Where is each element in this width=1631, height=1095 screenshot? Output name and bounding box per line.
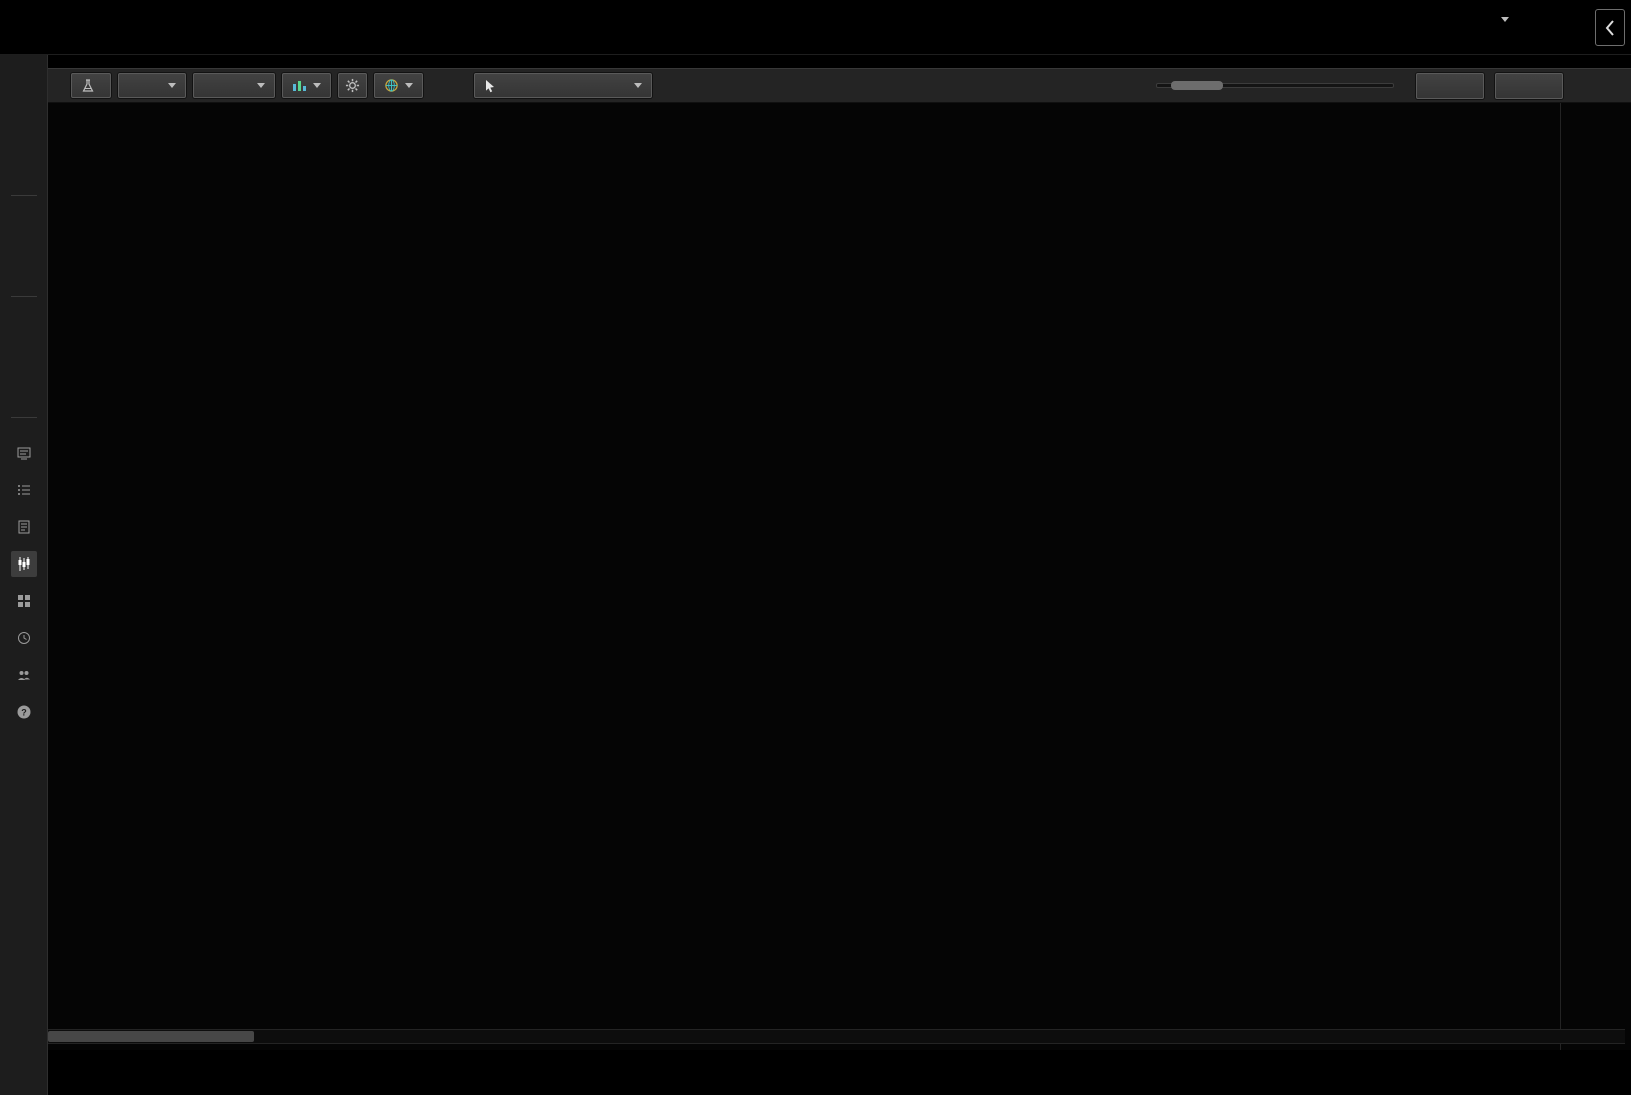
chg-column [330,0,465,54]
orders-icon[interactable] [11,514,37,540]
divider [11,195,37,196]
load-button[interactable] [1495,73,1563,99]
price-axis [1560,103,1631,1050]
cursor-icon [484,79,496,93]
chart-toolbar [48,68,1631,103]
bid-column [465,0,590,54]
clock-icon[interactable] [11,625,37,651]
chart-style-icon [292,79,307,92]
sidebar-icon-rail: ? [0,440,47,725]
zoom-slider[interactable] [1156,83,1394,88]
drawing-tool-dropdown[interactable] [474,73,652,98]
collapse-panel-button[interactable] [1595,9,1625,46]
list-icon[interactable] [11,477,37,503]
chevron-down-icon [634,83,642,88]
chevron-down-icon [168,83,176,88]
volume-column [800,0,870,54]
chart-icon[interactable] [11,551,37,577]
instrument-description [870,45,890,54]
grid-icon[interactable] [11,588,37,614]
accounts-dropdown[interactable] [1493,17,1509,22]
save-button[interactable] [1416,73,1484,99]
monitor-icon[interactable] [11,440,37,466]
symbol-block [0,0,128,54]
divider [11,296,37,297]
chart-style-dropdown[interactable] [282,73,331,98]
header-bar [0,0,1631,55]
iv-rank-column [128,0,185,54]
aggregation-dropdown[interactable] [118,73,186,98]
chevron-down-icon [405,83,413,88]
help-icon[interactable]: ? [11,699,37,725]
chevron-down-icon [313,83,321,88]
scrollbar-handle[interactable] [48,1031,254,1042]
chevron-down-icon [257,83,265,88]
horizontal-scrollbar[interactable] [48,1029,1625,1044]
zoom-slider-handle[interactable] [1171,81,1223,90]
range-dropdown[interactable] [193,73,275,98]
svg-text:?: ? [21,708,27,718]
patterns-globe-icon [384,78,399,93]
last-size-column [185,0,330,54]
ask-column [590,0,705,54]
community-icon[interactable] [11,662,37,688]
divider [11,417,37,418]
indicators-icon [81,79,95,93]
trading-platform-window: { "header": { "symbol": "/6B", "symbol_s… [0,0,1631,1095]
indicators-button[interactable] [71,73,111,98]
left-sidebar: ? [0,55,48,1095]
gear-icon [345,78,360,93]
patterns-dropdown[interactable] [374,73,423,98]
size-column [705,0,800,54]
chevron-left-icon [1602,17,1618,39]
chevron-down-icon [1501,17,1509,22]
chart-settings-button[interactable] [338,73,367,98]
toolbar-right-group [1145,73,1563,99]
chart-canvas[interactable] [48,103,1560,1050]
